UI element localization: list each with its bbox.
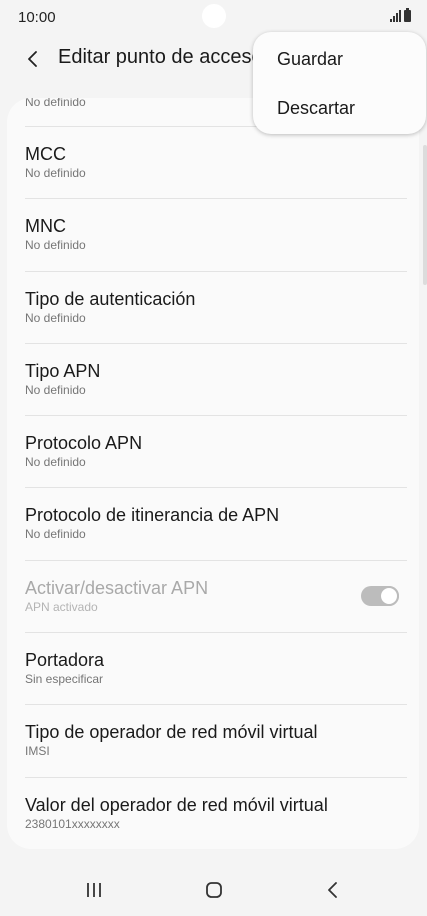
toggle-knob [379, 585, 399, 606]
setting-value: No definido [25, 455, 86, 470]
menu-item-discard[interactable]: Descartar [253, 84, 426, 132]
setting-title: Protocolo de itinerancia de APN [25, 505, 280, 526]
setting-value: No definido [25, 310, 86, 325]
setting-value: 2380101xxxxxxxx [25, 816, 120, 831]
setting-value: APN activado [25, 599, 98, 614]
setting-value: No definido [25, 238, 86, 253]
home-button[interactable] [194, 872, 234, 908]
page-title: Editar punto de acceso [58, 46, 263, 68]
setting-auth-type[interactable]: Tipo de autenticación No definido [7, 272, 419, 345]
setting-apn-roaming-protocol[interactable]: Protocolo de itinerancia de APN No defin… [7, 488, 419, 562]
setting-title: Tipo de operador de red móvil virtual [25, 722, 318, 743]
back-icon [328, 882, 337, 898]
setting-title: Protocolo APN [25, 433, 143, 454]
recent-apps-button[interactable] [74, 872, 114, 908]
setting-value: No definido [25, 527, 86, 542]
status-bar: 10:00 [0, 0, 427, 34]
setting-title: Valor del operador de red móvil virtual [25, 794, 328, 815]
setting-title: Portadora [25, 650, 105, 671]
setting-value: No definido [25, 166, 86, 180]
setting-title: Activar/desactivar APN [25, 577, 209, 598]
setting-value: IMSI [25, 744, 50, 759]
home-icon [206, 882, 222, 898]
setting-apn-type[interactable]: Tipo APN No definido [7, 344, 419, 417]
options-menu: Guardar Descartar [253, 32, 426, 134]
scrollbar[interactable] [423, 145, 427, 285]
setting-bearer[interactable]: Portadora Sin especificar [7, 633, 419, 706]
menu-item-save[interactable]: Guardar [253, 35, 426, 83]
camera-cutout [202, 4, 226, 28]
setting-title: MCC [25, 144, 66, 164]
setting-mnc[interactable]: MNC No definido [7, 199, 419, 272]
setting-title: Tipo de autenticación [25, 288, 196, 309]
status-time: 10:00 [18, 9, 56, 26]
settings-list: MCC No definido MNC No definido Tipo de … [7, 127, 419, 849]
setting-title: Tipo APN [25, 360, 101, 381]
navigation-bar [0, 860, 427, 916]
setting-title: MNC [25, 216, 66, 237]
setting-apn-protocol[interactable]: Protocolo APN No definido [7, 416, 419, 489]
battery-icon [404, 8, 411, 22]
setting-mvno-type[interactable]: Tipo de operador de red móvil virtual IM… [7, 705, 419, 778]
setting-mvno-value[interactable]: Valor del operador de red móvil virtual … [7, 778, 419, 849]
recent-apps-icon [87, 883, 101, 897]
status-icons [390, 8, 411, 22]
signal-icon [390, 10, 401, 22]
nav-back-button[interactable] [313, 872, 353, 908]
setting-value: Sin especificar [25, 672, 104, 687]
setting-apn-enable[interactable]: Activar/desactivar APN APN activado [7, 561, 419, 634]
apn-toggle-switch[interactable] [361, 585, 399, 606]
partial-item-subtitle: No definido [25, 98, 86, 109]
setting-value: No definido [25, 382, 86, 397]
back-button[interactable] [18, 44, 48, 74]
settings-card: No definido MCC No definido MNC No defin… [7, 98, 419, 849]
setting-mcc[interactable]: MCC No definido [7, 127, 419, 200]
back-arrow-icon [28, 51, 37, 67]
